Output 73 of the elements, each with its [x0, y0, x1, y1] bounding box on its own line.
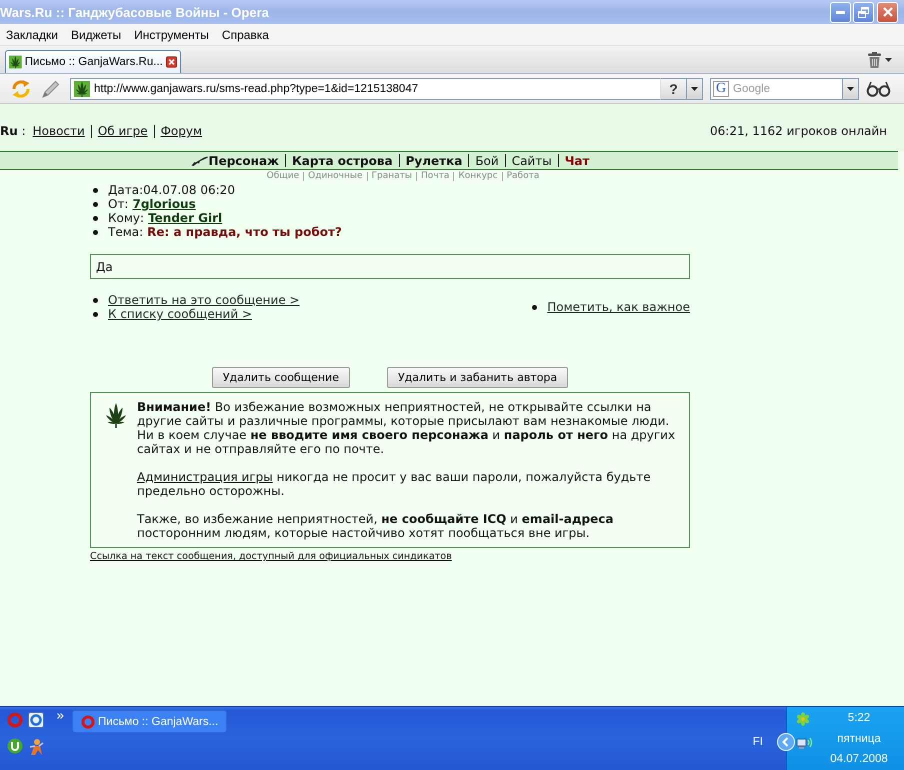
trash-icon	[867, 52, 882, 68]
disc-icon[interactable]	[7, 738, 23, 754]
bullet-icon	[93, 230, 98, 234]
field-label: От:	[108, 197, 128, 211]
rifle-icon	[190, 156, 208, 166]
menu-item[interactable]: Инструменты	[128, 28, 216, 42]
menu-item[interactable]: Закладки	[0, 28, 65, 42]
header-link[interactable]: Новости	[32, 124, 85, 138]
search-field[interactable]: G Google	[710, 78, 842, 100]
nav-link[interactable]: Бой	[475, 154, 499, 168]
close-icon	[882, 7, 892, 17]
action-link[interactable]: Ответить на это сообщение >	[108, 293, 300, 307]
leaf-icon	[9, 54, 22, 70]
browser-tab[interactable]: Письмо :: GanjaWars.Ru...	[5, 50, 181, 73]
site-name: Ru :	[0, 124, 26, 138]
dropdown-button[interactable]	[686, 78, 703, 100]
glasses-icon[interactable]	[866, 80, 891, 96]
bullet-icon	[93, 202, 98, 206]
field-label: Кому:	[108, 211, 144, 225]
admin-link[interactable]: Администрация игры	[137, 470, 273, 484]
field-label: Тема:	[108, 225, 144, 239]
menu-item[interactable]: Справка	[216, 28, 276, 42]
chevron-left-icon[interactable]	[777, 732, 795, 750]
bullet-icon	[93, 298, 98, 302]
minimize-button[interactable]	[830, 2, 851, 22]
warning-text: Администрация игры никогда не просит у вас ваши пароли, пожалуйста будьте предельно осторожны.	[137, 470, 652, 498]
restore-button[interactable]	[853, 2, 874, 22]
subject-text: Re: а правда, что ты робот?	[147, 225, 342, 239]
help-button[interactable]: ?	[660, 78, 686, 100]
header-link[interactable]: Форум	[160, 124, 202, 138]
caret-icon	[691, 86, 698, 90]
bullet-icon	[93, 216, 98, 220]
trash-button[interactable]	[867, 52, 892, 68]
network-icon[interactable]	[796, 736, 814, 752]
language-indicator[interactable]: FI	[752, 736, 763, 748]
warning-text: Внимание! Во избежание возможных неприятностей, не открывайте ссылки на другие сайты и различные программы, которые присылают вам незнакомые люди. Ни в коем случае не вводите имя своего персонажа и пароль от него на других сайтах и не отправляйте его по почте.	[137, 400, 676, 456]
double-chevron-icon[interactable]	[57, 713, 64, 719]
taskbar-button[interactable]: Письмо :: GanjaWars...	[72, 710, 227, 733]
bullet-icon	[93, 312, 98, 316]
nav-link[interactable]: Чат	[564, 154, 590, 168]
menu-item[interactable]: Виджеты	[64, 28, 128, 42]
leaf-icon	[74, 80, 90, 96]
window-title: Wars.Ru :: Ганджубасовые Войны - Opera	[0, 4, 269, 20]
ring-icon	[81, 714, 95, 728]
header-link[interactable]: Об игре	[98, 124, 148, 138]
caret-icon	[847, 86, 854, 90]
user-link[interactable]: 7glorious	[132, 197, 196, 211]
figure-icon[interactable]	[28, 738, 44, 756]
online-status: 06:21, 1162 игроков онлайн	[710, 124, 887, 138]
action-button[interactable]: Удалить и забанить автора	[386, 367, 568, 388]
close-button[interactable]	[877, 2, 898, 22]
date-text: Дата:04.07.08 06:20	[108, 183, 235, 197]
caret-icon	[885, 58, 892, 62]
close-icon[interactable]	[166, 55, 177, 69]
footer-link[interactable]: Ссылка на текст сообщения, доступный для официальных синдикатов	[90, 551, 452, 562]
nav-link[interactable]: Карта острова	[292, 154, 393, 168]
search-engine-logo: G	[713, 80, 729, 96]
action-link[interactable]: Пометить, как важное	[547, 300, 690, 314]
tile-icon[interactable]	[28, 712, 44, 728]
dropdown-button[interactable]	[842, 78, 859, 100]
nav-link[interactable]: Рулетка	[406, 154, 462, 168]
action-link[interactable]: К списку сообщений >	[108, 307, 252, 321]
restore-icon	[858, 6, 869, 18]
action-button[interactable]: Удалить сообщение	[212, 367, 350, 388]
bullet-icon	[93, 188, 98, 192]
nav-link[interactable]: Персонаж	[208, 154, 279, 168]
user-link[interactable]: Tender Girl	[148, 211, 222, 225]
warning-text: Также, во избежание неприятностей, не сообщайте ICQ и email-адреса посторонним людям, которые настойчиво хотят пообщаться вне игры.	[137, 512, 614, 540]
message-body: Да	[90, 254, 690, 279]
minimize-icon	[836, 10, 845, 14]
address-field[interactable]: http://www.ganjawars.ru/sms-read.php?type=1&id=1215138047	[70, 78, 660, 100]
nav-link[interactable]: Сайты	[512, 154, 552, 168]
bullet-icon	[532, 304, 538, 310]
